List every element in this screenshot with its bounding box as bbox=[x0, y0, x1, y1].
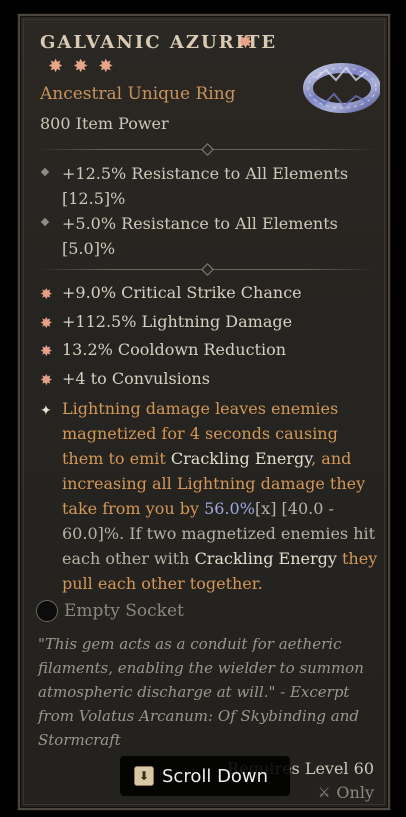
affix-stat: ✸ +9.0% Critical Strike Chance bbox=[40, 283, 302, 303]
class-icon: ⚔ bbox=[317, 784, 331, 801]
item-power: 800 Item Power bbox=[40, 114, 169, 133]
rarity-stars: ✸ ✸ ✸ bbox=[48, 56, 113, 77]
power-range-marker: [x] bbox=[254, 499, 277, 518]
star-icon: ✸ bbox=[48, 56, 64, 77]
implicit-stat: +5.0% Resistance to All Elements [5.0]% bbox=[40, 211, 370, 261]
scroll-down-button[interactable]: ⬇ Scroll Down bbox=[120, 756, 290, 796]
star-icon: ✸ bbox=[73, 56, 89, 77]
gem-socket: Empty Socket bbox=[36, 600, 184, 622]
divider bbox=[38, 143, 376, 156]
divider bbox=[38, 263, 376, 276]
affix-star-icon: ✸ bbox=[40, 342, 53, 360]
socket-label: Empty Socket bbox=[64, 601, 184, 621]
unique-power-text: Lightning damage leaves enemies magnetiz… bbox=[62, 399, 378, 593]
keyword-crackling-energy: Crackling Energy bbox=[194, 549, 337, 568]
affix-star-icon: ✸ bbox=[40, 314, 53, 332]
unique-star-icon: ✸ bbox=[238, 32, 254, 53]
flavor-text: "This gem acts as a conduit for aetheric… bbox=[38, 635, 364, 749]
unique-power: ✦ Lightning damage leaves enemies magnet… bbox=[40, 396, 378, 596]
socket-icon bbox=[36, 600, 58, 622]
ring-icon bbox=[303, 63, 380, 113]
affix-star-icon: ✸ bbox=[40, 371, 53, 389]
affix-stat: ✸ 13.2% Cooldown Reduction bbox=[40, 340, 287, 360]
affix-star-icon: ✸ bbox=[40, 285, 53, 303]
class-restriction: ⚔ Only bbox=[317, 783, 374, 802]
affix-stat: ✸ +4 to Convulsions bbox=[40, 369, 210, 389]
unique-power-icon: ✦ bbox=[40, 403, 52, 419]
keyword-crackling-energy: Crackling Energy bbox=[170, 449, 312, 468]
scroll-down-label: Scroll Down bbox=[162, 765, 269, 787]
item-tooltip: GALVANIC AZURITE ✸ ✸ ✸ ✸ Ancestral Uniqu… bbox=[18, 14, 390, 810]
scroll-key-icon: ⬇ bbox=[134, 766, 154, 786]
affix-stat: ✸ +112.5% Lightning Damage bbox=[40, 312, 293, 332]
star-icon: ✸ bbox=[98, 56, 114, 77]
power-value: 56.0% bbox=[204, 499, 255, 518]
implicit-stat: +12.5% Resistance to All Elements [12.5]… bbox=[40, 161, 370, 211]
item-type: Ancestral Unique Ring bbox=[40, 84, 236, 104]
